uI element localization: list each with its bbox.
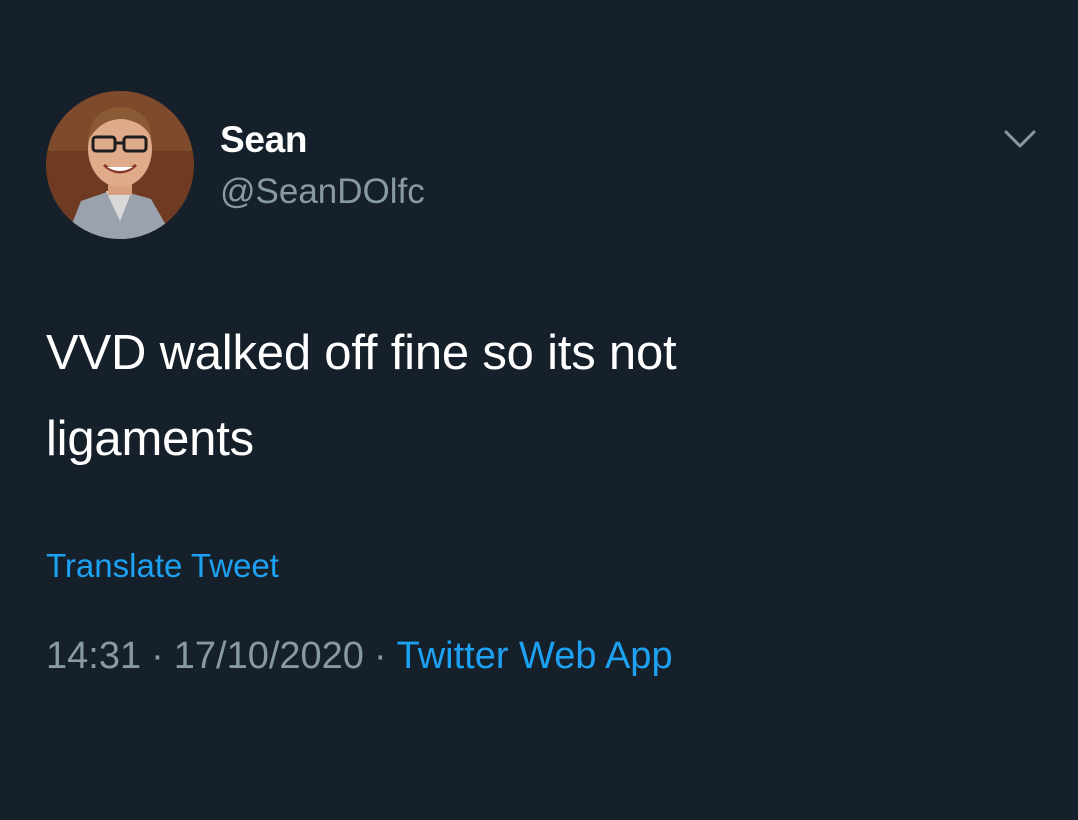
tweet-card: Sean @SeanDOlfc VVD walked off fine so i… (0, 0, 1078, 820)
profile-photo (46, 91, 194, 239)
display-name[interactable]: Sean (220, 118, 308, 162)
avatar[interactable] (46, 91, 194, 239)
tweet-text-line: ligaments (46, 412, 254, 466)
chevron-down-icon[interactable] (1000, 124, 1040, 152)
tweet-text: VVD walked off fine so its not ligaments (46, 310, 1036, 482)
separator: · (373, 635, 387, 677)
tweet-time[interactable]: 14:31 (46, 635, 141, 677)
separator: · (151, 635, 164, 677)
tweet-source-link[interactable]: Twitter Web App (397, 635, 673, 677)
tweet-text-line: VVD walked off fine so its not (46, 326, 677, 380)
tweet-metadata: 14:31 · 17/10/2020 · Twitter Web App (46, 630, 673, 682)
username-handle[interactable]: @SeanDOlfc (220, 170, 425, 214)
tweet-date[interactable]: 17/10/2020 (174, 635, 364, 677)
translate-tweet-link[interactable]: Translate Tweet (46, 544, 279, 588)
